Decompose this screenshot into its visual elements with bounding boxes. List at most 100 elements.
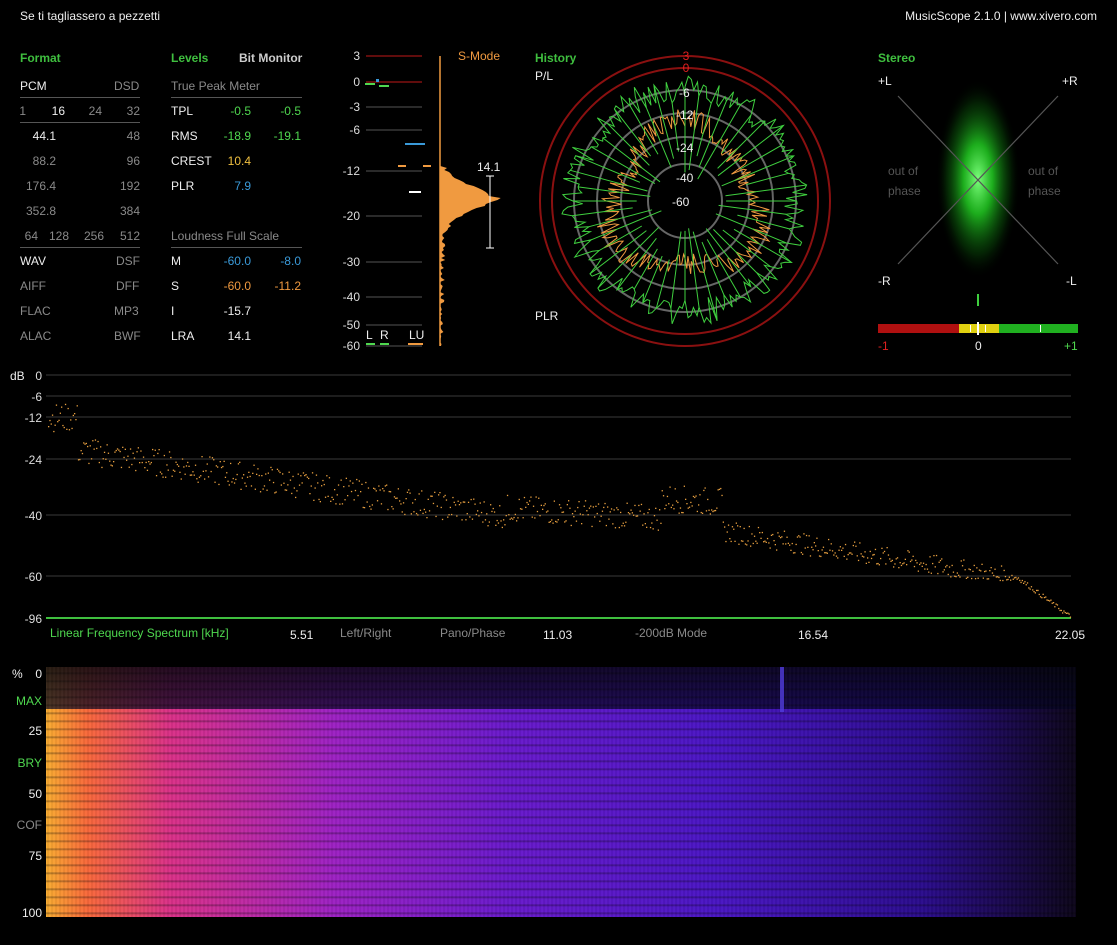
rate-384: 384 — [119, 204, 140, 218]
db-tick-m60: -60 — [24, 570, 42, 584]
channel-lu: LU — [409, 328, 425, 342]
lra-bar-value: 14.1 — [477, 160, 501, 174]
plr-label: PLR — [171, 179, 195, 193]
s-value-a: -60.0 — [223, 279, 251, 293]
levels-header: Levels — [171, 51, 209, 65]
mode-pano-phase[interactable]: Pano/Phase — [440, 626, 505, 640]
file-mp3: MP3 — [114, 304, 139, 318]
freq-tick-16-54: 16.54 — [798, 628, 829, 642]
level-meter: 3 0 -3 -6 -12 -20 -30 -40 -50 -60 S-Mode… — [330, 46, 501, 356]
spectrum-title: Linear Frequency Spectrum [kHz] — [50, 626, 229, 640]
crest-label: CREST — [171, 154, 212, 168]
goniometer — [897, 79, 1059, 306]
sg-label-25: 25 — [28, 724, 42, 738]
sg-label-max: MAX — [15, 694, 42, 708]
rms-left: -18.9 — [223, 129, 251, 143]
format-header: Format — [20, 51, 61, 65]
db-tick-m24: -24 — [24, 453, 42, 467]
i-label: I — [171, 304, 175, 318]
db-tick-0: 0 — [35, 369, 42, 383]
dsd-divider — [20, 247, 140, 248]
bitdepth-16: 16 — [51, 104, 65, 118]
file-wav: WAV — [20, 254, 46, 268]
history-ring-m12: -12 — [676, 108, 694, 122]
tpl-right: -0.5 — [280, 104, 301, 118]
meter-graphics — [365, 55, 501, 347]
rms-right: -19.1 — [273, 129, 301, 143]
loudness-divider — [171, 247, 302, 248]
correlation-marker — [1040, 325, 1041, 332]
sg-label-75: 75 — [28, 849, 42, 863]
db-tick-m40: -40 — [24, 509, 42, 523]
bit-monitor-button[interactable]: Bit Monitor — [239, 51, 302, 65]
file-alac: ALAC — [20, 329, 52, 343]
freq-tick-11-03: 11.03 — [543, 628, 573, 642]
freq-tick-5-51: 5.51 — [290, 628, 314, 642]
bitdepth-24: 24 — [88, 104, 102, 118]
out-of-phase-right-1: out of — [1028, 164, 1059, 178]
history-ring-m60: -60 — [672, 195, 690, 209]
loudness-title: Loudness Full Scale — [171, 229, 280, 243]
true-peak-divider — [171, 97, 302, 98]
file-dff: DFF — [116, 279, 140, 293]
rate-96: 96 — [126, 154, 140, 168]
sg-label-cof: COF — [16, 818, 42, 832]
dsd-64: 64 — [24, 229, 38, 243]
channel-l: L — [366, 328, 373, 342]
correlation-meter — [878, 322, 1078, 335]
sg-label-0: 0 — [35, 667, 42, 681]
dsd-256: 256 — [83, 229, 104, 243]
stereo-header: Stereo — [878, 51, 916, 65]
dsd-label: DSD — [114, 79, 140, 93]
m-label: M — [171, 254, 181, 268]
corr-scale-minus1: -1 — [878, 339, 889, 353]
file-flac: FLAC — [20, 304, 51, 318]
file-bwf: BWF — [114, 329, 141, 343]
db-tick-m96: -96 — [24, 612, 42, 626]
crest-value: 10.4 — [227, 154, 251, 168]
rate-192: 192 — [119, 179, 140, 193]
rate-88-2: 88.2 — [32, 154, 56, 168]
pcm-label: PCM — [20, 79, 47, 93]
rate-44-1: 44.1 — [32, 129, 56, 143]
history-ring-m24: -24 — [676, 141, 694, 155]
dsd-128: 128 — [48, 229, 69, 243]
file-dsf: DSF — [116, 254, 140, 268]
rate-48: 48 — [126, 129, 140, 143]
corr-scale-0: 0 — [975, 339, 982, 353]
history-ring-0: 0 — [682, 61, 690, 75]
freq-tick-22-05: 22.05 — [1055, 628, 1086, 642]
tpl-left: -0.5 — [230, 104, 251, 118]
history-ring-m40: -40 — [676, 171, 694, 185]
m-value-b: -8.0 — [280, 254, 301, 268]
dsd-512: 512 — [119, 229, 140, 243]
bitdepth-divider — [20, 122, 140, 123]
plr-value: 7.9 — [234, 179, 251, 193]
sg-label-bry: BRY — [17, 756, 42, 770]
db-tick-m12: -12 — [24, 411, 42, 425]
out-of-phase-left-2: phase — [888, 184, 921, 198]
app-title: MusicScope 2.1.0 | www.xivero.com — [905, 9, 1097, 23]
mode-left-right[interactable]: Left/Right — [340, 626, 391, 640]
s-value-b: -11.2 — [274, 279, 301, 293]
file-aiff: AIFF — [20, 279, 46, 293]
mode-200db[interactable]: -200dB Mode — [635, 626, 707, 640]
lra-label: LRA — [171, 329, 195, 343]
out-of-phase-left-1: out of — [888, 164, 919, 178]
m-value-a: -60.0 — [223, 254, 251, 268]
bitdepth-1: 1 — [19, 104, 26, 118]
lra-value: 14.1 — [227, 329, 251, 343]
i-value: -15.7 — [223, 304, 251, 318]
history-ring-m6: -6 — [679, 86, 690, 100]
true-peak-title: True Peak Meter — [171, 79, 260, 93]
channel-r: R — [380, 328, 389, 342]
frequency-spectrum — [46, 374, 1072, 619]
s-mode-button[interactable]: S-Mode — [458, 49, 500, 63]
sg-label-100: 100 — [21, 906, 42, 920]
bitdepth-32: 32 — [126, 104, 140, 118]
s-label: S — [171, 279, 180, 293]
song-title: Se ti tagliassero a pezzetti — [20, 9, 161, 23]
db-tick-m6: -6 — [31, 390, 42, 404]
format-divider — [20, 97, 140, 98]
corr-scale-plus1: +1 — [1064, 339, 1078, 353]
